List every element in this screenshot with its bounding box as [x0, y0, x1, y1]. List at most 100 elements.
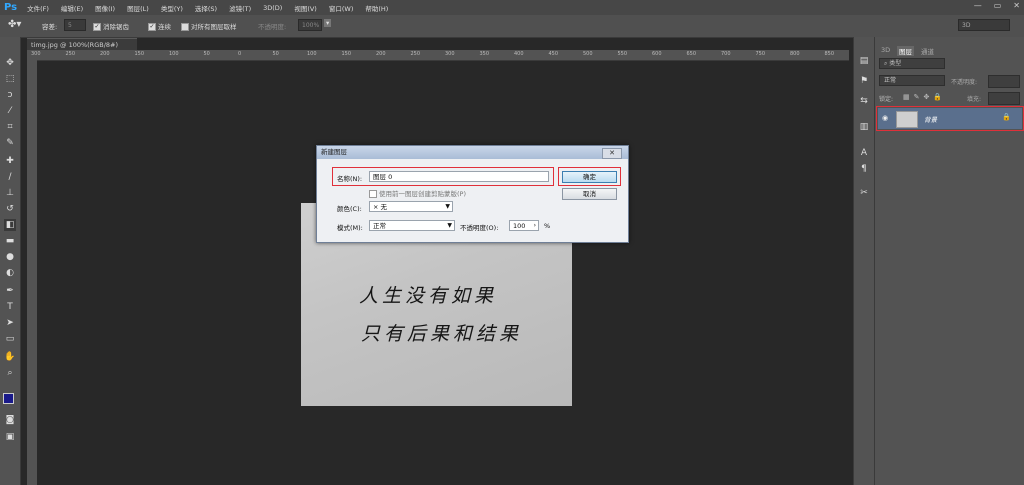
opacity-dropdown-icon[interactable]: ▾: [324, 19, 332, 27]
eyedropper-tool-icon[interactable]: ✎: [4, 137, 16, 149]
menu-filter[interactable]: 滤镜(T): [229, 3, 251, 13]
ruler-tick-label: 400: [514, 51, 524, 57]
window-controls: — ▭ ✕: [974, 1, 1020, 10]
menu-type[interactable]: 类型(Y): [161, 3, 183, 13]
dialog-title: 新建图层: [317, 146, 628, 159]
layer-opacity-label: 不透明度:: [951, 79, 978, 86]
magic-wand-tool-preset-icon[interactable]: ✤▾: [8, 19, 21, 30]
type-tool-icon[interactable]: T: [4, 301, 16, 313]
ruler-tick-label: 50: [203, 51, 210, 57]
move-tool-icon[interactable]: ✥: [4, 57, 16, 69]
menu-window[interactable]: 窗口(W): [329, 3, 354, 13]
path-selection-tool-icon[interactable]: ➤: [4, 317, 16, 329]
menu-3d[interactable]: 3D(D): [263, 4, 282, 12]
color-select[interactable]: × 无 ▼: [369, 201, 453, 212]
contiguous-checkbox[interactable]: ✓ 连续: [148, 21, 171, 31]
tab-channels[interactable]: 通道: [921, 46, 934, 56]
paragraph-panel-icon[interactable]: ¶: [858, 163, 870, 175]
horizontal-ruler: 300 250 200 150 100 50 0 50 100 150 200 250 300 350 40…: [27, 50, 849, 61]
hand-tool-icon[interactable]: ✋: [4, 351, 16, 363]
menu-help[interactable]: 帮助(H): [365, 3, 388, 13]
mode-select[interactable]: 正常 ▼: [369, 220, 455, 231]
vertical-ruler: [27, 60, 37, 485]
opacity-label: 不透明度:: [258, 23, 287, 31]
healing-brush-tool-icon[interactable]: ✚: [4, 155, 16, 167]
menu-image[interactable]: 图像(I): [95, 3, 115, 13]
ruler-tick-label: 100: [169, 51, 179, 57]
ruler-tick-label: 350: [479, 51, 490, 57]
tolerance-input[interactable]: 5: [64, 19, 86, 31]
tab-layers[interactable]: 图层: [897, 46, 914, 56]
ruler-tick-label: 300: [31, 51, 41, 57]
quick-mask-icon[interactable]: ◙: [4, 414, 16, 426]
empty-check-icon: [369, 190, 377, 198]
ruler-tick-label: 50: [272, 51, 279, 57]
lasso-tool-icon[interactable]: ↄ: [4, 89, 16, 101]
ruler-tick-label: 850: [824, 51, 835, 57]
highlight-name-box: [332, 167, 554, 186]
opacity-label: 不透明度(O):: [460, 224, 499, 232]
workspace-select[interactable]: 3D: [958, 19, 1010, 31]
opacity-input[interactable]: 100%: [298, 19, 322, 31]
screen-mode-icon[interactable]: ▣: [4, 431, 16, 443]
menu-layer[interactable]: 图层(L): [127, 3, 149, 13]
fill-input[interactable]: [988, 92, 1020, 105]
mode-label: 模式(M):: [337, 224, 363, 232]
ruler-tick-label: 300: [445, 51, 455, 57]
zoom-tool-icon[interactable]: ⌕: [4, 367, 16, 379]
pen-tool-icon[interactable]: ✒: [4, 285, 16, 297]
history-panel-icon[interactable]: ▤: [858, 55, 870, 67]
cancel-button[interactable]: 取消: [562, 188, 617, 200]
menu-edit[interactable]: 编辑(E): [61, 3, 83, 13]
eraser-tool-icon[interactable]: ◧: [4, 219, 16, 231]
lock-icons[interactable]: ▦✎✥🔒: [903, 93, 946, 101]
blur-tool-icon[interactable]: ●: [4, 251, 16, 263]
ruler-tick-label: 250: [65, 51, 76, 57]
restore-button[interactable]: ▭: [994, 1, 1002, 10]
brush-tool-icon[interactable]: ∕: [4, 171, 16, 183]
ruler-tick-label: 800: [790, 51, 800, 57]
lock-label: 锁定:: [879, 96, 894, 103]
character-panel-icon[interactable]: A: [858, 147, 870, 159]
marquee-tool-icon[interactable]: ⬚: [4, 73, 16, 85]
minimize-button[interactable]: —: [974, 1, 982, 10]
chevron-down-icon: ▼: [445, 203, 450, 210]
clip-mask-checkbox[interactable]: 使用前一图层创建剪贴蒙版(P): [369, 188, 466, 198]
rectangle-tool-icon[interactable]: ▭: [4, 333, 16, 345]
blend-mode-select[interactable]: 正常: [879, 75, 945, 86]
actions-panel-icon[interactable]: ⚑: [858, 75, 870, 87]
check-icon: ✓: [93, 23, 101, 31]
ruler-tick-label: 550: [617, 51, 628, 57]
menu-file[interactable]: 文件(F): [27, 3, 49, 13]
tool-presets-icon[interactable]: ✂: [858, 187, 870, 199]
gradient-tool-icon[interactable]: ▬: [4, 235, 16, 247]
history-brush-tool-icon[interactable]: ↺: [4, 203, 16, 215]
adjustments-panel-icon[interactable]: ⇆: [858, 95, 870, 107]
foreground-color-swatch[interactable]: [3, 393, 14, 404]
antialias-checkbox[interactable]: ✓ 消除锯齿: [93, 21, 129, 31]
layer-filter-select[interactable]: ⌕ 类型: [879, 58, 945, 69]
magic-wand-tool-icon[interactable]: ⁄: [4, 105, 16, 117]
dialog-close-button[interactable]: ✕: [602, 148, 622, 159]
close-window-button[interactable]: ✕: [1013, 1, 1020, 10]
handwriting-line-2: 只有后果和结果: [361, 323, 523, 345]
tab-3d[interactable]: 3D: [881, 46, 890, 54]
ruler-tick-label: 450: [548, 51, 559, 57]
layer-opacity-input[interactable]: [988, 75, 1020, 88]
ruler-tick-label: 200: [100, 51, 110, 57]
document-tab[interactable]: timg.jpg @ 100%(RGB/8#): [27, 38, 137, 50]
opacity-unit: %: [544, 222, 551, 230]
clone-stamp-tool-icon[interactable]: ⊥: [4, 187, 16, 199]
dialog-opacity-input[interactable]: 100 ›: [509, 220, 539, 231]
options-bar: ✤▾ 容差: 5 ✓ 消除锯齿 ✓ 连续 对所有图层取样 不透明度: 100% ▾ …: [0, 15, 1024, 38]
sample-all-checkbox[interactable]: 对所有图层取样: [181, 21, 237, 31]
properties-panel-icon[interactable]: ▥: [858, 121, 870, 133]
tools-panel: ✥ ⬚ ↄ ⁄ ⌗ ✎ ✚ ∕ ⊥ ↺ ◧ ▬ ● ◐ ✒ T ➤ ▭ ✋ ⌕ …: [0, 37, 21, 485]
menu-bar: Ps 文件(F) 编辑(E) 图像(I) 图层(L) 类型(Y) 选择(S) 滤…: [0, 0, 1024, 15]
dodge-tool-icon[interactable]: ◐: [4, 267, 16, 279]
menu-select[interactable]: 选择(S): [195, 3, 217, 13]
crop-tool-icon[interactable]: ⌗: [4, 121, 16, 133]
menu-view[interactable]: 视图(V): [294, 3, 317, 13]
photoshop-logo: Ps: [4, 2, 18, 13]
ruler-tick-label: 150: [341, 51, 352, 57]
